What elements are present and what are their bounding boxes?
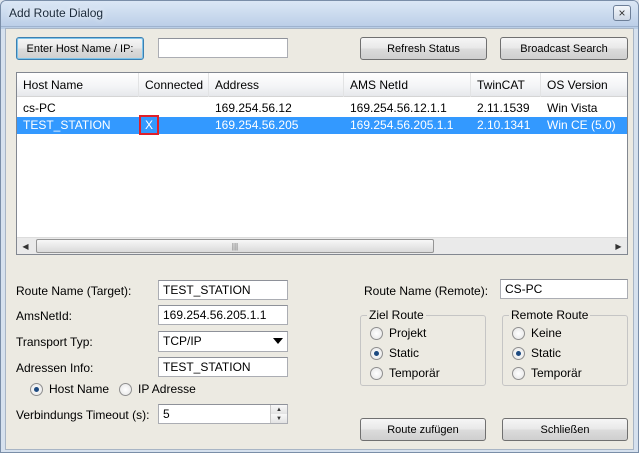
connection-timeout-stepper[interactable]: 5 ▲ ▼ — [158, 404, 288, 424]
spin-down-icon[interactable]: ▼ — [271, 414, 287, 423]
cell-os-version: Win CE (5.0) — [547, 118, 616, 132]
radio-ziel-static-label: Static — [389, 346, 420, 360]
close-icon: × — [618, 6, 626, 20]
radio-button-icon — [30, 382, 43, 396]
column-connected[interactable]: Connected — [139, 73, 209, 97]
broadcast-search-button[interactable]: Broadcast Search — [500, 37, 628, 60]
scrollbar-thumb[interactable]: ||| — [36, 239, 434, 253]
remote-route-title: Remote Route — [509, 308, 591, 322]
scroll-right-icon[interactable]: ▶ — [610, 238, 627, 254]
radio-remote-keine-label: Keine — [531, 326, 562, 340]
radio-host-name-label: Host Name — [49, 382, 110, 396]
table-row[interactable]: TEST_STATION X 169.254.56.205 169.254.56… — [17, 115, 627, 135]
radio-ziel-temporar[interactable]: Temporär — [370, 366, 440, 380]
route-name-target-input[interactable]: TEST_STATION — [158, 280, 288, 300]
radio-button-icon — [119, 382, 132, 396]
column-address[interactable]: Address — [209, 73, 344, 97]
table-row[interactable]: cs-PC 169.254.56.12 169.254.56.12.1.1 2.… — [17, 100, 627, 117]
grip-icon: ||| — [231, 241, 239, 251]
radio-ip-adresse-label: IP Adresse — [138, 382, 196, 396]
radio-button-icon — [512, 366, 525, 380]
connection-timeout-label: Verbindungs Timeout (s): — [16, 408, 150, 422]
cell-twincat: 2.10.1341 — [477, 118, 531, 132]
cell-os-version: Win Vista — [547, 101, 598, 115]
remote-route-group: Remote Route Keine Static Temporär — [502, 308, 628, 386]
spin-buttons: ▲ ▼ — [270, 405, 287, 423]
radio-button-icon — [512, 346, 525, 360]
column-os-version[interactable]: OS Version — [541, 73, 629, 97]
amsnetid-label: AmsNetId: — [16, 309, 73, 323]
route-name-remote-input[interactable]: CS-PC — [500, 279, 628, 299]
cell-address: 169.254.56.205 — [215, 118, 299, 132]
radio-button-icon — [370, 366, 383, 380]
route-name-target-label: Route Name (Target): — [16, 284, 132, 298]
radio-remote-static[interactable]: Static — [512, 346, 561, 360]
close-button[interactable]: Schließen — [502, 418, 628, 441]
transport-type-select[interactable]: TCP/IP — [158, 331, 288, 352]
radio-ziel-temporar-label: Temporär — [389, 366, 440, 380]
transport-type-label: Transport Typ: — [16, 335, 93, 349]
dialog-client-area: Enter Host Name / IP: Refresh Status Bro… — [5, 28, 634, 450]
column-twincat[interactable]: TwinCAT — [471, 73, 541, 97]
radio-ziel-static[interactable]: Static — [370, 346, 419, 360]
scroll-left-icon[interactable]: ◀ — [17, 238, 34, 254]
radio-button-icon — [370, 326, 383, 340]
cell-ams-netid: 169.254.56.205.1.1 — [350, 118, 454, 132]
column-host-name[interactable]: Host Name — [17, 73, 139, 97]
cell-address: 169.254.56.12 — [215, 101, 292, 115]
adressen-info-label: Adressen Info: — [16, 361, 94, 375]
chevron-down-icon — [273, 338, 283, 344]
enter-host-name-button[interactable]: Enter Host Name / IP: — [16, 37, 144, 60]
cell-host-name: TEST_STATION — [23, 118, 111, 132]
ziel-route-group: Ziel Route Projekt Static Temporär — [360, 308, 486, 386]
route-name-remote-label: Route Name (Remote): — [364, 284, 489, 298]
list-header: Host Name Connected Address AMS NetId Tw… — [17, 73, 627, 97]
cell-host-name: cs-PC — [23, 101, 56, 115]
horizontal-scrollbar[interactable]: ◀ ||| ▶ — [17, 237, 627, 254]
refresh-status-button[interactable]: Refresh Status — [360, 37, 487, 60]
add-route-button[interactable]: Route zufügen — [360, 418, 486, 441]
radio-ip-adresse[interactable]: IP Adresse — [119, 382, 196, 396]
column-ams-netid[interactable]: AMS NetId — [344, 73, 471, 97]
title-bar[interactable]: Add Route Dialog × — [1, 1, 638, 27]
connection-timeout-value: 5 — [163, 407, 170, 421]
transport-type-value: TCP/IP — [163, 334, 202, 348]
host-name-input[interactable] — [158, 38, 288, 58]
radio-ziel-projekt[interactable]: Projekt — [370, 326, 426, 340]
cell-twincat: 2.11.1539 — [477, 101, 530, 115]
close-window-button[interactable]: × — [613, 5, 631, 21]
ziel-route-title: Ziel Route — [367, 308, 426, 322]
radio-ziel-projekt-label: Projekt — [389, 326, 427, 340]
route-list[interactable]: Host Name Connected Address AMS NetId Tw… — [16, 72, 628, 255]
add-route-dialog-window: Add Route Dialog × Enter Host Name / IP:… — [0, 0, 639, 453]
amsnetid-input[interactable]: 169.254.56.205.1.1 — [158, 305, 288, 325]
radio-remote-temporar[interactable]: Temporär — [512, 366, 582, 380]
radio-remote-static-label: Static — [531, 346, 562, 360]
radio-remote-keine[interactable]: Keine — [512, 326, 562, 340]
radio-button-icon — [370, 346, 383, 360]
connected-indicator: X — [139, 115, 159, 135]
cell-ams-netid: 169.254.56.12.1.1 — [350, 101, 447, 115]
window-title: Add Route Dialog — [9, 6, 104, 20]
radio-remote-temporar-label: Temporär — [531, 366, 582, 380]
adressen-info-input[interactable]: TEST_STATION — [158, 357, 288, 377]
radio-host-name[interactable]: Host Name — [30, 382, 109, 396]
radio-button-icon — [512, 326, 525, 340]
